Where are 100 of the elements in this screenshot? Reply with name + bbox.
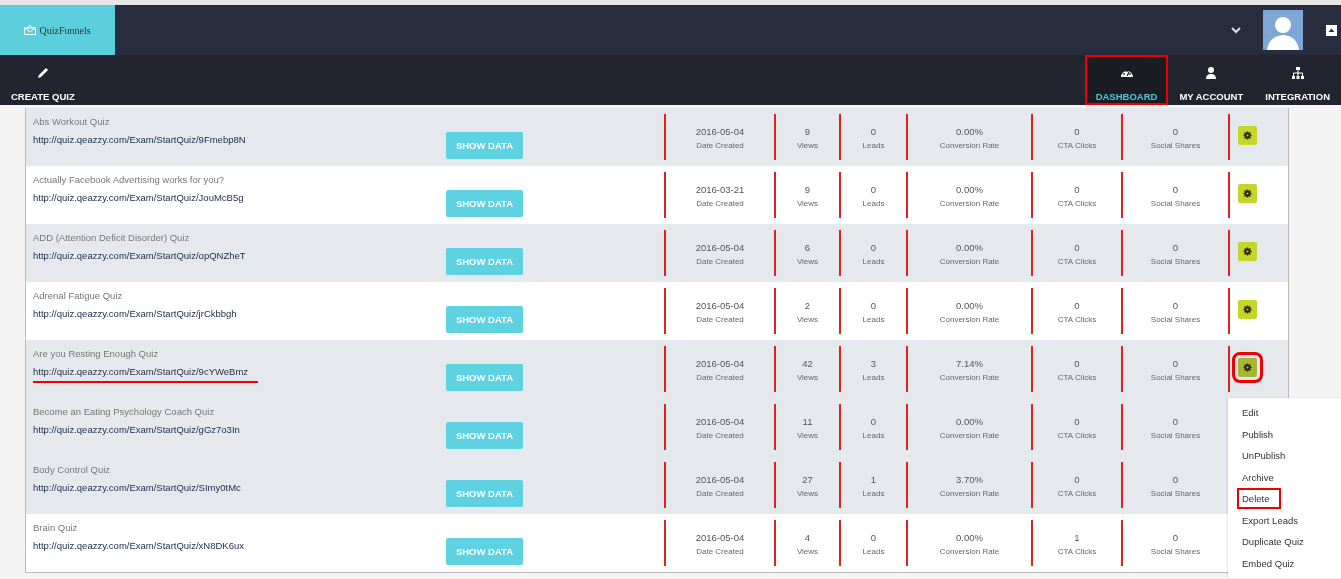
stat-value: 0.00% [956, 532, 983, 543]
stat-value: 2016-05-04 [695, 242, 745, 253]
menu-item[interactable]: UnPublish [1228, 445, 1286, 467]
nav-tab[interactable]: DASHBOARD [1084, 55, 1169, 105]
stat-value: 0 [1074, 300, 1080, 311]
stat-value: 1 [1074, 532, 1080, 543]
stat-label: Leads [862, 315, 885, 324]
quiz-link[interactable]: http://quiz.qeazzy.com/Exam/StartQuiz/gGz7o3In [33, 424, 240, 439]
stat-value: 0 [1074, 416, 1080, 427]
stat-label: Views [796, 257, 819, 266]
stat-value: 3 [870, 358, 877, 369]
quiz-name: Become an Eating Psychology Coach Quiz [33, 406, 216, 417]
stat-value: 0 [1172, 300, 1179, 311]
menu-item[interactable]: Delete [1239, 490, 1280, 507]
stat-label: Leads [862, 199, 885, 208]
quiz-link[interactable]: http://quiz.qeazzy.com/Exam/StartQuiz/opQNZheT [33, 250, 246, 265]
settings-button[interactable] [1238, 300, 1257, 319]
chevron-down-icon[interactable] [1231, 26, 1241, 34]
stat-label: Date Created [696, 257, 744, 266]
menu-item[interactable]: Publish [1228, 423, 1274, 445]
stat-value: 0 [1172, 242, 1179, 253]
quiz-link[interactable]: http://quiz.qeazzy.com/Exam/StartQuiz/JouMcB5g [33, 192, 244, 207]
stat-value: 0 [1172, 532, 1179, 543]
quiz-link[interactable]: http://quiz.qeazzy.com/Exam/StartQuiz/xN8DK6ux [33, 540, 245, 555]
stat-label: Conversion Rate [939, 199, 1000, 208]
stat-label: Social Shares [1150, 315, 1201, 324]
stat-value: 0 [870, 532, 877, 543]
stat-label: Social Shares [1150, 257, 1201, 266]
gear-icon [1243, 189, 1252, 198]
stat-value: 0.00% [956, 416, 983, 427]
gear-icon [1243, 131, 1252, 140]
stat-label: Views [796, 373, 819, 382]
stat-value: 0 [1074, 242, 1080, 253]
stat-value: 0 [1172, 126, 1179, 137]
nav-tab[interactable]: MY ACCOUNT [1168, 55, 1255, 105]
collapse-icon[interactable] [1326, 24, 1337, 36]
stat-label: Leads [862, 373, 885, 382]
stat-label: Date Created [696, 489, 744, 498]
stat-label: CTA Clicks [1057, 199, 1097, 208]
gear-icon [1243, 247, 1252, 256]
stat-value: 2016-03-21 [695, 184, 745, 195]
nav-tab[interactable]: INTEGRATION [1254, 55, 1341, 105]
settings-button[interactable] [1238, 184, 1257, 203]
quiz-link[interactable]: http://quiz.qeazzy.com/Exam/StartQuiz/SImy0tMc [33, 482, 241, 497]
stat-value: 9 [804, 184, 811, 195]
stat-label: CTA Clicks [1057, 315, 1097, 324]
stat-value: 0 [1074, 358, 1080, 369]
stat-label: CTA Clicks [1057, 141, 1097, 150]
menu-item[interactable]: Duplicate Quiz [1228, 531, 1304, 553]
stat-value: 0.00% [956, 242, 983, 253]
menu-item[interactable]: Embed Quiz [1228, 552, 1295, 574]
stat-value: 7.14% [956, 358, 983, 369]
stat-value: 2016-05-04 [695, 416, 745, 427]
stat-value: 0 [870, 416, 877, 427]
stat-value: 2016-05-04 [695, 474, 745, 485]
stat-label: Conversion Rate [939, 489, 1000, 498]
stat-label: Leads [862, 141, 885, 150]
logo[interactable]: QuizFunnels [0, 5, 115, 55]
logo-text: QuizFunnels [39, 24, 91, 36]
stat-label: Conversion Rate [939, 315, 1000, 324]
stat-value: 0.00% [956, 300, 983, 311]
settings-button[interactable] [1238, 126, 1257, 145]
stat-value: 0 [870, 242, 877, 253]
stat-label: CTA Clicks [1057, 257, 1097, 266]
quiz-link[interactable]: http://quiz.qeazzy.com/Exam/StartQuiz/9cYWeBmz [33, 366, 259, 383]
stat-value: 0.00% [956, 126, 983, 137]
stat-value: 0 [1172, 474, 1179, 485]
stat-label: Social Shares [1150, 199, 1201, 208]
stat-value: 0 [870, 126, 877, 137]
quiz-name: Actually Facebook Advertising works for you? [33, 174, 226, 185]
menu-item[interactable]: Edit [1228, 402, 1259, 424]
gear-icon [1243, 363, 1252, 372]
stat-value: 1 [870, 474, 877, 485]
stat-value: 6 [804, 242, 811, 253]
quiz-link[interactable]: http://quiz.qeazzy.com/Exam/StartQuiz/jrCkbbgh [33, 308, 237, 323]
menu-item[interactable]: Export Leads [1228, 509, 1298, 531]
stat-value: 0 [1172, 358, 1179, 369]
sitemap-icon [1290, 66, 1305, 80]
stat-value: 2016-05-04 [695, 532, 745, 543]
stat-value: 0 [1074, 474, 1080, 485]
stat-value: 0 [870, 184, 877, 195]
stat-label: Leads [862, 431, 885, 440]
stat-label: Leads [862, 489, 885, 498]
stat-label: Views [796, 431, 819, 440]
stat-label: Social Shares [1150, 489, 1201, 498]
stat-label: Conversion Rate [939, 257, 1000, 266]
stat-label: CTA Clicks [1057, 431, 1097, 440]
stat-value: 2016-05-04 [695, 300, 745, 311]
stat-label: Conversion Rate [939, 547, 1000, 556]
stat-label: Date Created [696, 315, 744, 324]
menu-item[interactable]: Archive [1228, 466, 1274, 488]
stat-value: 27 [802, 474, 813, 485]
quiz-link[interactable]: http://quiz.qeazzy.com/Exam/StartQuiz/9Fmebp8N [33, 134, 246, 149]
quiz-name: Brain Quiz [33, 522, 79, 533]
settings-button[interactable] [1238, 242, 1257, 261]
nav-tab[interactable]: CREATE QUIZ [0, 55, 86, 105]
stat-label: Date Created [696, 547, 744, 556]
stat-value: 0 [1074, 126, 1080, 137]
stat-label: Date Created [696, 199, 744, 208]
stat-label: Conversion Rate [939, 373, 1000, 382]
